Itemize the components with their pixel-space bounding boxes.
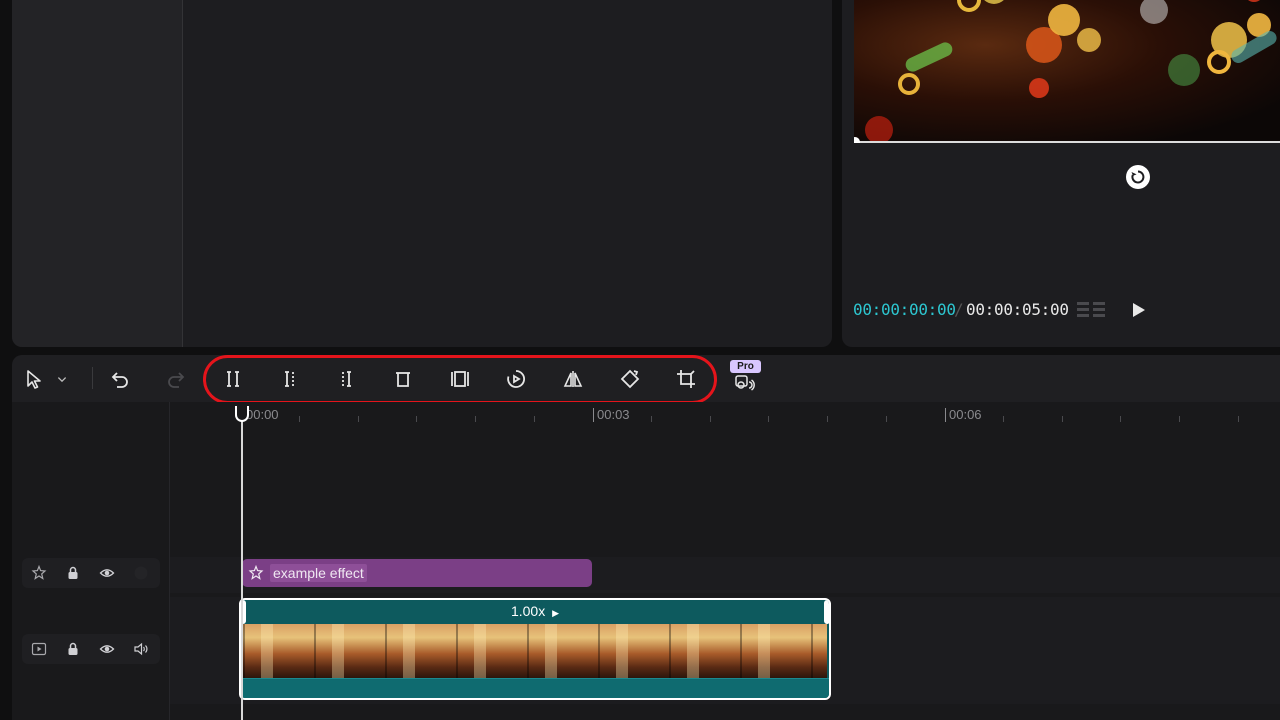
clip-thumbnails (243, 624, 827, 678)
lock-icon[interactable] (56, 634, 90, 664)
playhead-handle[interactable] (235, 406, 249, 422)
ruler-tick (358, 416, 359, 422)
clip-speed-badge: 1.00x ▶ (241, 603, 829, 619)
split-icon[interactable] (219, 365, 247, 393)
ruler-label: 00:00 (246, 407, 279, 422)
ruler-tick (651, 416, 652, 422)
ruler-label: 00:06 (949, 407, 982, 422)
ruler-label: 00:03 (597, 407, 630, 422)
time-ruler[interactable]: 00:00 00:03 00:06 (170, 402, 1280, 428)
eye-icon[interactable] (90, 634, 124, 664)
ruler-tick (710, 416, 711, 422)
video-track-controls (22, 634, 160, 664)
ruler-tick (593, 408, 594, 422)
clip-trim-right-handle[interactable] (824, 600, 829, 624)
eye-icon[interactable] (90, 558, 124, 588)
bokeh-preview-image (865, 0, 1277, 143)
video-clip[interactable]: 1.00x ▶ (239, 598, 831, 700)
speed-play-icon: ▶ (552, 608, 560, 618)
ruler-tick (416, 416, 417, 422)
effect-clip-label: example effect (270, 564, 367, 582)
effect-star-icon (248, 565, 264, 580)
timeline-panel: 00:00 00:03 00:06 example effect 1.00x ▶ (12, 402, 1280, 720)
undo-icon[interactable] (106, 365, 134, 393)
trim-left-icon[interactable] (276, 365, 304, 393)
playhead[interactable] (241, 410, 243, 720)
ruler-tick (299, 416, 300, 422)
crop-icon[interactable] (672, 365, 700, 393)
rotate-icon[interactable] (616, 365, 644, 393)
preview-progress-line[interactable] (854, 141, 1280, 143)
ruler-tick (1238, 416, 1239, 422)
lock-icon[interactable] (56, 558, 90, 588)
ruler-tick (768, 416, 769, 422)
play-icon[interactable] (1128, 300, 1148, 320)
voice-effect-icon[interactable] (730, 369, 758, 397)
timeline-toolbar: Pro (12, 355, 1280, 404)
video-track-icon (22, 634, 56, 664)
current-timecode: 00:00:00:00 (853, 300, 956, 319)
video-preview[interactable] (854, 0, 1280, 143)
reverse-icon[interactable] (502, 365, 530, 393)
ruler-tick (1120, 416, 1121, 422)
grid-icon[interactable] (1076, 300, 1108, 322)
ruler-tick (827, 416, 828, 422)
ruler-tick (1179, 416, 1180, 422)
ruler-tick (1003, 416, 1004, 422)
media-panel (12, 0, 832, 347)
redo-icon[interactable] (162, 365, 190, 393)
toolbar-divider (92, 367, 93, 389)
player-panel: 00:00:00:00 / 00:00:05:00 (842, 0, 1280, 347)
empty-slot (124, 558, 158, 588)
ruler-tick (945, 408, 946, 422)
clip-speed-label: 1.00x (510, 603, 546, 619)
speaker-icon[interactable] (124, 634, 158, 664)
trash-icon[interactable] (389, 365, 417, 393)
freeze-frame-icon[interactable] (446, 365, 474, 393)
total-timecode: 00:00:05:00 (966, 300, 1069, 319)
clip-audio-strip (241, 678, 829, 698)
rotate-icon[interactable] (1126, 165, 1150, 189)
cursor-icon[interactable] (20, 365, 48, 393)
mirror-icon[interactable] (559, 365, 587, 393)
effect-track-controls (22, 558, 160, 588)
media-sidebar (12, 0, 183, 347)
chevron-down-icon[interactable] (54, 365, 70, 393)
ruler-tick (886, 416, 887, 422)
ruler-tick (475, 416, 476, 422)
effect-clip[interactable]: example effect (242, 559, 592, 587)
ruler-tick (534, 416, 535, 422)
trim-right-icon[interactable] (332, 365, 360, 393)
ruler-tick (1062, 416, 1063, 422)
effect-track-icon (22, 558, 56, 588)
timecode-separator: / (954, 300, 964, 319)
